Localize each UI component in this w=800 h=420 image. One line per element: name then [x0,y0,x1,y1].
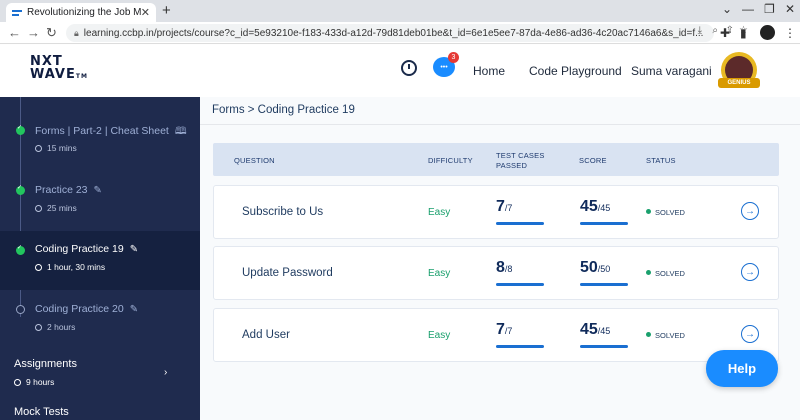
extensions-icon[interactable]: ✚ [720,26,730,40]
sidebar-item-coding-practice-20[interactable]: Coding Practice 20 ✎ 2 hours [0,291,200,347]
pencil-icon: ✎ [129,244,139,255]
test-cases-passed: 7/7 [496,321,544,348]
pencil-icon: ✎ [93,185,102,196]
breadcrumb[interactable]: Forms > Coding Practice 19 [212,104,355,116]
arrow-right-circle-icon[interactable]: → [741,202,759,220]
notification-badge: 3 [448,52,459,63]
test-cases-progress-bar [496,222,544,225]
reload-icon[interactable]: ↻ [46,25,57,41]
sidebar-item-cheat-sheet[interactable]: Forms | Part-2 | Cheat Sheet🕮︎ 15 mins [0,111,200,167]
test-cases-progress-bar [496,345,544,348]
sidebar-item-coding-practice-19[interactable]: Coding Practice 19✎ 1 hour, 30 mins [0,231,200,290]
nav-home-link[interactable]: Home [473,64,505,78]
table-row[interactable]: Subscribe to Us Easy 7/7 45/45 SOLVED → [213,185,779,239]
completed-check-icon [16,184,25,195]
nav-code-playground-link[interactable]: Code Playground [529,64,622,78]
download-icon[interactable]: ⤓ [698,25,702,36]
chevron-right-icon: › [164,367,168,378]
score-progress-bar [580,345,628,348]
lock-icon: 🔒︎ [74,27,79,38]
zoom-icon[interactable]: ⌕ [712,25,718,36]
column-status: STATUS [646,156,676,165]
difficulty-label: Easy [428,268,451,279]
test-cases-passed: 7/7 [496,198,544,225]
course-sidebar: Forms | Part-2 | Cheat Sheet🕮︎ 15 mins P… [0,97,200,420]
difficulty-label: Easy [428,330,451,341]
clock-icon [35,324,42,331]
completed-check-icon [16,124,25,135]
question-name: Update Password [242,267,333,279]
table-row[interactable]: Add User Easy 7/7 45/45 SOLVED → [213,308,779,362]
url-text: learning.ccbp.in/projects/course?c_id=5e… [83,27,704,39]
score-value: 50/50 [580,259,628,286]
user-avatar[interactable]: GENIUS [716,52,762,90]
question-name: Subscribe to Us [242,206,324,218]
user-name[interactable]: Suma varagani [631,64,712,78]
back-icon[interactable]: ← [8,25,21,40]
difficulty-label: Easy [428,207,451,218]
test-cases-progress-bar [496,283,544,286]
stopwatch-icon[interactable] [401,60,417,76]
column-test-cases-passed: PASSED [496,161,528,170]
window-minimize-icon[interactable]: — [742,2,754,16]
browser-tab-bar: Revolutionizing the Job Market | ✕ + ⌄ —… [0,0,800,22]
clock-icon [35,145,42,152]
arrow-right-circle-icon[interactable]: → [741,263,759,281]
forward-icon[interactable]: → [27,25,40,40]
test-cases-passed: 8/8 [496,259,544,286]
clock-icon [35,205,42,212]
favicon-icon [12,9,22,16]
help-button[interactable]: Help [706,350,778,387]
sidebar-item-practice-23[interactable]: Practice 23✎ 25 mins [0,171,200,227]
status-dot [646,209,651,214]
genius-badge: GENIUS [718,78,760,88]
column-score: SCORE [579,156,607,165]
profile-avatar[interactable] [760,25,775,40]
status-badge: SOLVED [646,208,685,217]
app-header: NXT WAVETM ••• 3 Home Code Playground Su… [0,45,800,97]
browser-tab[interactable]: Revolutionizing the Job Market | ✕ [6,3,156,22]
menu-kebab-icon[interactable]: ⋮ [784,26,796,40]
nxtwave-logo[interactable]: NXT WAVETM [30,55,88,83]
tab-close-icon[interactable]: ✕ [141,6,150,19]
score-progress-bar [580,283,628,286]
table-header: QUESTION DIFFICULTY TEST CASES PASSED SC… [213,143,779,176]
column-test-cases: TEST CASES [496,151,545,160]
column-question: QUESTION [234,156,275,165]
browser-toolbar: ← → ↻ 🔒︎ learning.ccbp.in/projects/cours… [0,22,800,44]
new-tab-icon[interactable]: + [162,2,171,19]
table-row[interactable]: Update Password Easy 8/8 50/50 SOLVED → [213,246,779,300]
status-badge: SOLVED [646,269,685,278]
pencil-icon: ✎ [129,304,139,315]
score-progress-bar [580,222,628,225]
status-dot [646,332,651,337]
clock-icon [35,264,42,271]
score-value: 45/45 [580,198,628,225]
window-restore-icon[interactable]: ❐ [764,2,775,16]
tab-title: Revolutionizing the Job Market | [27,7,141,18]
arrow-right-circle-icon[interactable]: → [741,325,759,343]
status-badge: SOLVED [646,331,685,340]
side-panel-icon[interactable]: ▮ [740,26,747,40]
address-bar[interactable]: 🔒︎ learning.ccbp.in/projects/course?c_id… [66,24,714,42]
minimize-icon[interactable]: ⌄ [722,2,732,16]
completed-check-icon [16,244,25,255]
status-dot [646,270,651,275]
window-close-icon[interactable]: ✕ [785,2,795,16]
question-name: Add User [242,329,290,341]
column-difficulty: DIFFICULTY [428,156,473,165]
score-value: 45/45 [580,321,628,348]
clock-icon [14,379,21,386]
book-icon: 🕮︎ [174,126,187,137]
pending-circle-icon [16,305,25,314]
